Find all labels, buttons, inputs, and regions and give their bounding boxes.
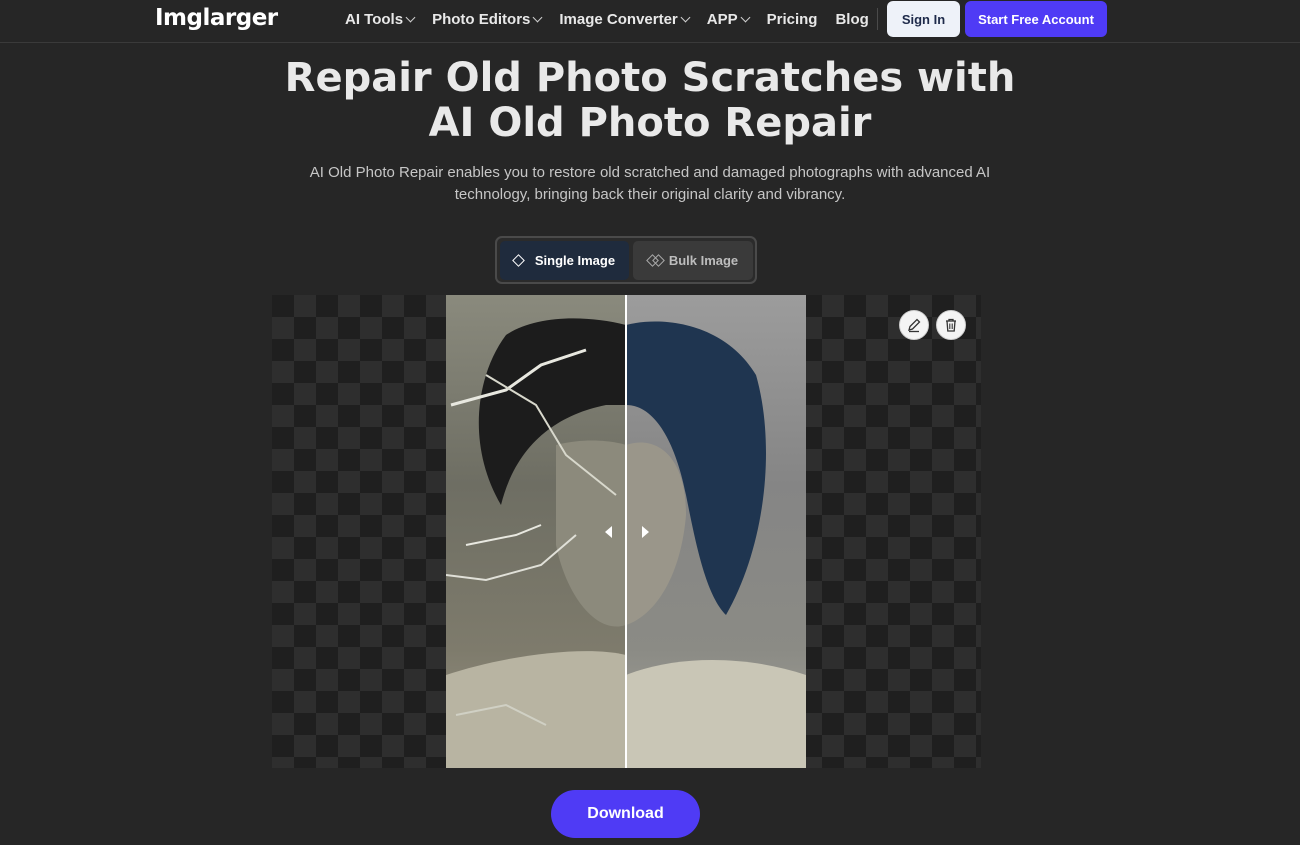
delete-button[interactable]	[936, 310, 966, 340]
single-image-tab[interactable]: Single Image	[500, 241, 629, 280]
sign-in-button[interactable]: Sign In	[887, 1, 960, 37]
menu-image-converter-label: Image Converter	[559, 10, 678, 28]
pencil-icon	[908, 318, 921, 333]
page-title-line2: AI Old Photo Repair	[428, 100, 872, 146]
single-image-label: Single Image	[534, 253, 616, 268]
menu-image-converter[interactable]: Image Converter	[559, 10, 691, 28]
mode-switch: Single Image Bulk Image	[495, 236, 757, 284]
diamond-icon	[512, 254, 525, 267]
restored-photo-half	[626, 295, 806, 768]
bulk-image-tab[interactable]: Bulk Image	[633, 241, 753, 280]
slider-right-arrow-icon[interactable]	[642, 526, 649, 538]
menu-blog[interactable]: Blog	[835, 11, 868, 28]
menu-app-label: APP	[706, 10, 738, 28]
chevron-down-icon	[680, 12, 691, 22]
slider-left-arrow-icon[interactable]	[605, 526, 612, 538]
menu-ai-tools[interactable]: AI Tools	[345, 10, 416, 28]
bulk-image-label: Bulk Image	[668, 253, 739, 268]
start-free-account-button[interactable]: Start Free Account	[965, 1, 1107, 37]
main-menu: AI Tools Photo Editors Image Converter A…	[345, 0, 887, 38]
portrait-restored-art	[626, 321, 806, 768]
top-nav: Imglarger AI Tools Photo Editors Image C…	[0, 0, 1300, 43]
menu-ai-tools-label: AI Tools	[345, 10, 404, 28]
trash-icon	[946, 318, 956, 332]
double-diamond-icon	[645, 254, 665, 267]
nav-divider	[877, 8, 878, 30]
chevron-down-icon	[532, 12, 543, 22]
edit-button[interactable]	[899, 310, 929, 340]
portrait-original-art	[446, 318, 626, 768]
menu-app[interactable]: APP	[706, 10, 751, 28]
menu-blog-label: Blog	[835, 10, 869, 28]
chevron-down-icon	[405, 12, 416, 22]
menu-photo-editors-label: Photo Editors	[432, 10, 531, 28]
download-button[interactable]: Download	[551, 790, 700, 838]
menu-photo-editors[interactable]: Photo Editors	[432, 10, 543, 28]
menu-pricing[interactable]: Pricing	[767, 11, 818, 28]
chevron-down-icon	[740, 12, 751, 22]
menu-pricing-label: Pricing	[766, 10, 818, 28]
page-subtitle: AI Old Photo Repair enables you to resto…	[309, 164, 991, 203]
page-title: Repair Old Photo Scratches with AI Old P…	[0, 56, 1300, 146]
original-photo-half	[446, 295, 626, 768]
logo[interactable]: Imglarger	[155, 5, 278, 31]
page-title-line1: Repair Old Photo Scratches with	[284, 55, 1016, 101]
compare-slider-line[interactable]	[625, 295, 627, 768]
